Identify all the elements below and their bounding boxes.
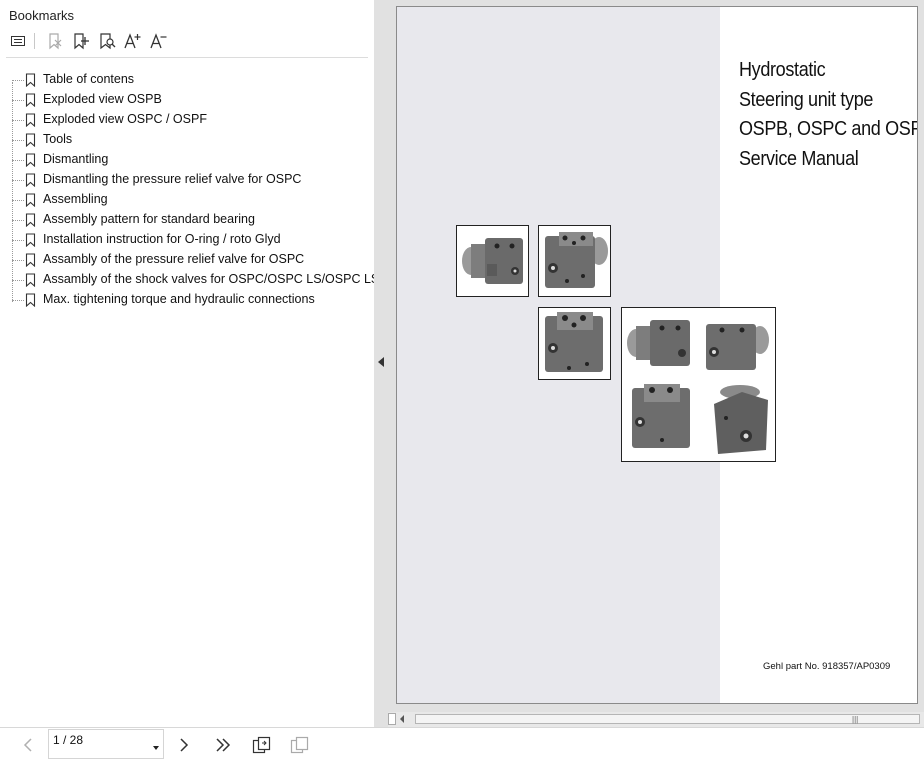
product-photo-ospf bbox=[538, 307, 611, 380]
product-photo-group bbox=[621, 307, 776, 462]
part-number: Gehl part No. 918357/AP0309 bbox=[763, 661, 891, 672]
bookmark-label: Tools bbox=[43, 132, 73, 146]
page-indicator[interactable]: 1 / 28 bbox=[53, 733, 83, 747]
bookmark-icon bbox=[25, 73, 36, 87]
bookmark-icon bbox=[25, 293, 36, 307]
decrease-font-icon[interactable] bbox=[148, 31, 168, 51]
tree-connector bbox=[12, 180, 24, 181]
scroll-left-icon[interactable] bbox=[400, 715, 404, 723]
bookmark-label: Dismantling the pressure relief valve fo… bbox=[43, 172, 302, 186]
bookmarks-title: Bookmarks bbox=[9, 8, 75, 23]
toolbar-divider bbox=[6, 57, 368, 58]
bookmark-item[interactable]: Assembly pattern for standard bearing bbox=[12, 210, 372, 230]
tree-connector bbox=[12, 220, 24, 221]
document-viewer[interactable]: Hydrostatic Steering unit type OSPB, OSP… bbox=[388, 0, 924, 712]
bookmark-item[interactable]: Dismantling the pressure relief valve fo… bbox=[12, 170, 372, 190]
bookmark-label: Max. tightening torque and hydraulic con… bbox=[43, 292, 315, 306]
title-line: Steering unit type bbox=[739, 87, 874, 111]
bookmark-item[interactable]: Assambly of the pressure relief valve fo… bbox=[12, 250, 372, 270]
bookmark-icon bbox=[25, 213, 36, 227]
last-page-icon[interactable] bbox=[212, 735, 234, 755]
bookmark-item[interactable]: Assembling bbox=[12, 190, 372, 210]
delete-bookmark-icon[interactable] bbox=[45, 31, 65, 51]
scrollbar-thumb[interactable]: ||| bbox=[415, 714, 920, 724]
bookmark-label: Table of contens bbox=[43, 72, 135, 86]
panel-splitter[interactable] bbox=[374, 0, 388, 727]
bookmark-label: Assambly of the shock valves for OSPC/OS… bbox=[43, 272, 389, 286]
bookmark-item[interactable]: Tools bbox=[12, 130, 372, 150]
title-line: Hydrostatic bbox=[739, 58, 826, 81]
bookmark-item[interactable]: Max. tightening torque and hydraulic con… bbox=[12, 290, 372, 310]
title-line: Service Manual bbox=[739, 146, 859, 170]
bookmark-label: Assembly pattern for standard bearing bbox=[43, 212, 255, 226]
tree-connector bbox=[12, 120, 24, 121]
bookmarks-panel: Bookmarks Table of contens Exploded view … bbox=[0, 0, 388, 727]
bookmark-item[interactable]: Assambly of the shock valves for OSPC/OS… bbox=[12, 270, 388, 290]
product-photo-ospb bbox=[456, 225, 529, 297]
title-line: OSPB, OSPC and OSPF bbox=[739, 117, 918, 140]
add-bookmark-icon[interactable] bbox=[71, 31, 91, 51]
collapse-panel-icon[interactable] bbox=[378, 357, 384, 367]
bookmark-item[interactable]: Exploded view OSPB bbox=[12, 90, 372, 110]
previous-page-icon[interactable] bbox=[17, 735, 39, 755]
tree-connector bbox=[12, 260, 24, 261]
bookmark-label: Assembling bbox=[43, 192, 108, 206]
bookmark-item[interactable]: Exploded view OSPC / OSPF bbox=[12, 110, 372, 130]
page-number-selector[interactable]: 1 / 28 bbox=[48, 729, 164, 759]
bookmark-icon bbox=[25, 253, 36, 267]
copy-page-icon[interactable] bbox=[288, 735, 310, 755]
scrollbar-grip-icon: ||| bbox=[852, 715, 859, 724]
bookmark-label: Exploded view OSPB bbox=[43, 92, 162, 106]
bookmark-label: Assambly of the pressure relief valve fo… bbox=[43, 252, 305, 266]
tree-connector bbox=[12, 140, 24, 141]
page-navigation-bar: 1 / 28 bbox=[0, 727, 924, 760]
rotate-page-icon[interactable] bbox=[250, 735, 272, 755]
bookmark-icon bbox=[25, 153, 36, 167]
horizontal-scrollbar[interactable]: ||| bbox=[388, 712, 924, 727]
tree-connector bbox=[12, 300, 24, 301]
document-title: Hydrostatic Steering unit type OSPB, OSP… bbox=[739, 55, 918, 173]
bookmark-icon bbox=[25, 173, 36, 187]
tree-connector bbox=[12, 280, 24, 281]
bookmark-label: Exploded view OSPC / OSPF bbox=[43, 112, 207, 126]
scroll-corner bbox=[388, 713, 396, 725]
tree-connector bbox=[12, 160, 24, 161]
expand-options-icon[interactable] bbox=[8, 31, 28, 51]
next-page-icon[interactable] bbox=[173, 735, 195, 755]
chevron-down-icon[interactable] bbox=[153, 746, 159, 750]
product-photo-ospc bbox=[538, 225, 611, 297]
bookmark-item[interactable]: Dismantling bbox=[12, 150, 372, 170]
bookmark-icon bbox=[25, 193, 36, 207]
document-page: Hydrostatic Steering unit type OSPB, OSP… bbox=[396, 6, 918, 704]
bookmark-search-icon[interactable] bbox=[97, 31, 117, 51]
toolbar-separator bbox=[34, 33, 35, 49]
bookmark-label: Dismantling bbox=[43, 152, 109, 166]
bookmarks-toolbar bbox=[0, 29, 374, 55]
bookmark-icon bbox=[25, 273, 36, 287]
bookmark-icon bbox=[25, 233, 36, 247]
bookmark-item[interactable]: Installation instruction for O-ring / ro… bbox=[12, 230, 372, 250]
tree-connector bbox=[12, 100, 24, 101]
tree-connector bbox=[12, 200, 24, 201]
tree-connector bbox=[12, 80, 24, 81]
bookmark-icon bbox=[25, 133, 36, 147]
bookmark-label: Installation instruction for O-ring / ro… bbox=[43, 232, 281, 246]
bookmark-icon bbox=[25, 113, 36, 127]
bookmark-item[interactable]: Table of contens bbox=[12, 70, 372, 90]
bookmark-icon bbox=[25, 93, 36, 107]
tree-connector bbox=[12, 240, 24, 241]
increase-font-icon[interactable] bbox=[122, 31, 142, 51]
